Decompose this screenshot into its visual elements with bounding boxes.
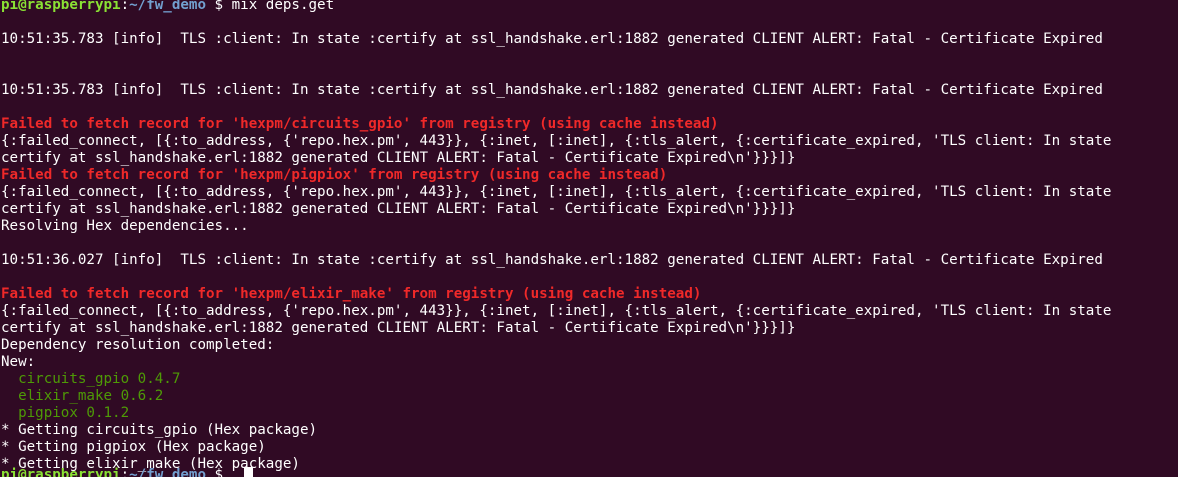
text-cursor xyxy=(244,467,253,477)
output-line: {:failed_connect, [{:to_address, {'repo.… xyxy=(1,303,1112,319)
output-line: Dependency resolution completed: xyxy=(1,337,275,353)
next-prompt-user-host: pi@raspberrypi xyxy=(1,467,121,477)
output-line: Resolving Hex dependencies... xyxy=(1,218,249,234)
log-line-info: 10:51:36.027 [info] TLS :client: In stat… xyxy=(1,252,1103,268)
prompt-separator: : xyxy=(120,0,130,13)
log-line-info: 10:51:35.783 [info] TLS :client: In stat… xyxy=(1,31,1103,47)
error-line: Failed to fetch record for 'hexpm/circui… xyxy=(1,116,719,132)
log-line-info: 10:51:35.783 [info] TLS :client: In stat… xyxy=(1,82,1103,98)
error-line: Failed to fetch record for 'hexpm/pigpio… xyxy=(1,167,668,183)
output-line: certify at ssl_handshake.erl:1882 genera… xyxy=(1,201,796,217)
error-line: Failed to fetch record for 'hexpm/elixir… xyxy=(1,286,702,302)
terminal-window[interactable]: pi@raspberrypi:~/fw_demo $ mix deps.get … xyxy=(0,0,1178,477)
prompt-command: mix deps.get xyxy=(231,0,335,13)
next-prompt-path: ~/fw_demo xyxy=(129,467,207,477)
output-line: certify at ssl_handshake.erl:1882 genera… xyxy=(1,150,796,166)
dependency-item: elixir_make 0.6.2 xyxy=(1,388,164,404)
next-prompt-line: pi@raspberrypi:~/fw_demo $ xyxy=(1,467,232,477)
next-prompt-separator: : xyxy=(120,467,130,477)
output-line: certify at ssl_handshake.erl:1882 genera… xyxy=(1,320,796,336)
dependency-item: pigpiox 0.1.2 xyxy=(1,405,130,421)
prompt-symbol: $ xyxy=(206,0,232,13)
command-prompt-line: pi@raspberrypi:~/fw_demo $ mix deps.get xyxy=(1,0,334,14)
prompt-user-host: pi@raspberrypi xyxy=(1,0,121,13)
prompt-path: ~/fw_demo xyxy=(129,0,207,13)
output-line: * Getting pigpiox (Hex package) xyxy=(1,439,266,455)
output-line: * Getting circuits_gpio (Hex package) xyxy=(1,422,318,438)
dependency-item: circuits_gpio 0.4.7 xyxy=(1,371,181,387)
output-line: {:failed_connect, [{:to_address, {'repo.… xyxy=(1,133,1112,149)
output-line: New: xyxy=(1,354,36,370)
output-line: {:failed_connect, [{:to_address, {'repo.… xyxy=(1,184,1112,200)
next-prompt-symbol: $ xyxy=(206,467,232,477)
